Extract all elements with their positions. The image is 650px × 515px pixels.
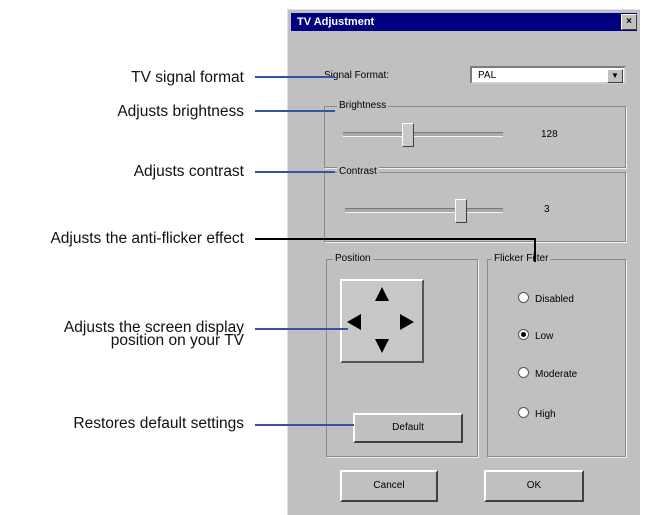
arrow-up-icon[interactable] (375, 287, 389, 301)
dialog-titlebar: TV Adjustment × (291, 13, 637, 31)
annotation-default: Restores default settings (73, 415, 244, 432)
flicker-filter-group: Flicker Filter (487, 253, 626, 457)
flicker-filter-label: Flicker Filter (492, 253, 551, 265)
arrow-left-icon[interactable] (347, 314, 361, 330)
leader-line-position (255, 328, 348, 330)
cancel-button[interactable]: Cancel (340, 470, 438, 502)
brightness-value: 128 (541, 129, 558, 140)
close-icon: × (626, 16, 632, 27)
chevron-down-icon: ▼ (611, 71, 619, 80)
default-button-label: Default (392, 422, 424, 433)
flicker-option-low[interactable]: Low (518, 329, 553, 342)
radio-icon (518, 407, 529, 418)
leader-line-contrast (255, 171, 335, 173)
annotation-flicker: Adjusts the anti-flicker effect (50, 230, 244, 247)
cancel-button-label: Cancel (373, 480, 405, 491)
contrast-label: Contrast (337, 166, 379, 178)
ok-button[interactable]: OK (484, 470, 584, 502)
ok-button-label: OK (526, 480, 542, 491)
dropdown-arrow-button[interactable]: ▼ (607, 69, 623, 83)
contrast-slider-track[interactable] (345, 208, 503, 213)
tv-adjustment-dialog: TV Adjustment × Signal Format: PAL ▼ Bri… (287, 9, 640, 515)
contrast-value: 3 (544, 204, 550, 215)
leader-line-flicker-drop (534, 238, 536, 262)
annotation-brightness: Adjusts brightness (117, 103, 244, 120)
arrow-down-icon[interactable] (375, 339, 389, 353)
arrow-right-icon[interactable] (400, 314, 414, 330)
leader-line-default (255, 424, 354, 426)
position-label: Position (333, 253, 373, 265)
annotation-contrast: Adjusts contrast (133, 163, 244, 180)
default-button[interactable]: Default (353, 413, 463, 443)
annotation-signal-format: TV signal format (131, 69, 244, 86)
leader-line-signal-format (255, 76, 335, 78)
flicker-option-label: Low (535, 331, 554, 342)
brightness-group: Brightness 128 (324, 100, 626, 168)
flicker-option-label: Disabled (535, 294, 574, 305)
close-button[interactable]: × (621, 14, 637, 30)
signal-format-select[interactable]: PAL ▼ (470, 66, 626, 84)
brightness-slider-thumb[interactable] (402, 123, 414, 147)
flicker-option-moderate[interactable]: Moderate (518, 367, 577, 380)
flicker-option-high[interactable]: High (518, 407, 556, 420)
dialog-title: TV Adjustment (297, 16, 375, 28)
contrast-slider-thumb[interactable] (455, 199, 467, 223)
brightness-slider-track[interactable] (343, 132, 503, 137)
flicker-option-label: Moderate (535, 369, 578, 380)
radio-icon (518, 367, 529, 378)
annotation-position: Adjusts the screen display position on y… (64, 320, 244, 349)
radio-icon (518, 292, 529, 303)
brightness-label: Brightness (337, 100, 389, 112)
flicker-option-label: High (535, 409, 556, 420)
leader-line-brightness (255, 110, 335, 112)
leader-line-flicker (255, 238, 536, 240)
flicker-option-disabled[interactable]: Disabled (518, 292, 574, 305)
signal-format-value: PAL (478, 70, 497, 81)
radio-selected-icon (518, 329, 529, 340)
contrast-group: Contrast 3 (324, 166, 626, 242)
position-dpad (340, 279, 424, 363)
